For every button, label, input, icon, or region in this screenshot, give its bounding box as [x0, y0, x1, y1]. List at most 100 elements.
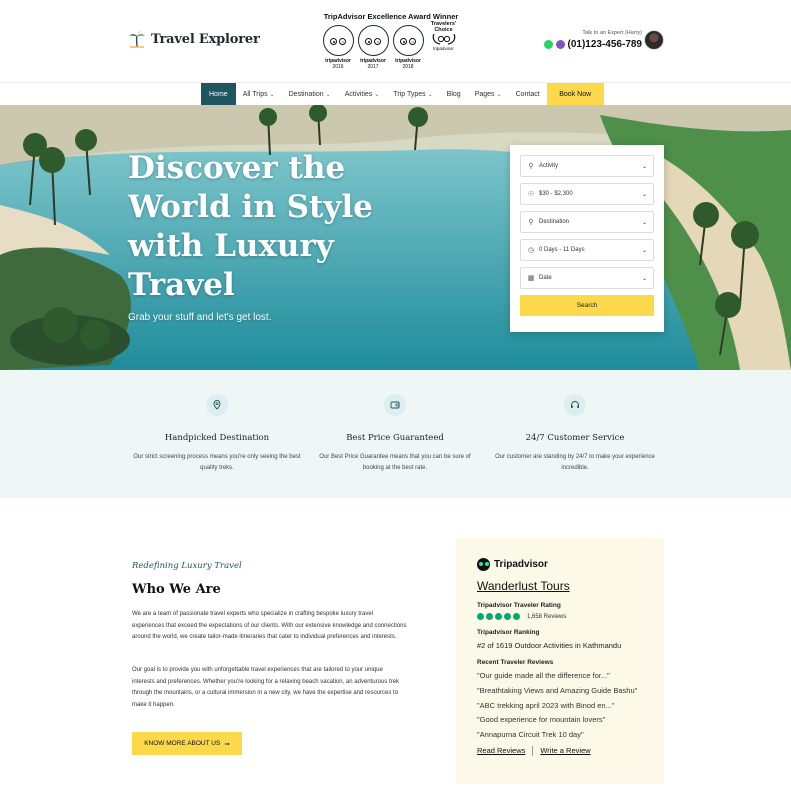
about-title: Who We Are: [132, 582, 221, 597]
badge-year: 2016: [332, 64, 344, 70]
nav-item-activities[interactable]: Activities ⌄: [338, 83, 387, 105]
select-value: $30 - $2,300: [539, 191, 573, 197]
badge-year: 2018: [402, 64, 414, 70]
know-more-button[interactable]: KNOW MORE ABOUT US ➞: [132, 732, 242, 755]
link-divider: [532, 745, 534, 756]
excellence-badge: tripadvisor 2016: [322, 25, 354, 70]
rating-bubble-icon: [495, 613, 502, 620]
rating-bubble-icon: [486, 613, 493, 620]
select-value: Activity: [539, 163, 559, 169]
nav-item-contact[interactable]: Contact: [509, 83, 547, 105]
review-link[interactable]: "Good experience for mountain lovers": [477, 713, 643, 728]
chevron-down-icon: ⌄: [641, 219, 647, 226]
wallet-icon: [384, 394, 406, 416]
nav-item-blog[interactable]: Blog: [440, 83, 468, 105]
ranking-label: Tripadvisor Ranking: [477, 629, 540, 636]
rating-bubble-icon: [513, 613, 520, 620]
write-review-link[interactable]: Write a Review: [540, 746, 590, 755]
nav-label: Activities: [344, 90, 373, 98]
travelers-choice-badge: Travelers' Choice tripadvisor: [428, 21, 460, 59]
feature-desc: Our Best Price Guarantee means that you …: [319, 454, 471, 471]
page: Travel Explorer TripAdvisor Excellence A…: [0, 0, 791, 808]
site-header: Travel Explorer TripAdvisor Excellence A…: [0, 0, 791, 82]
expert-avatar: [644, 30, 664, 50]
rating-label: Tripadvisor Traveler Rating: [477, 602, 561, 609]
chevron-down-icon: ⌄: [641, 247, 647, 254]
about-tagline: Redefining Luxury Travel: [132, 561, 242, 571]
expert-label: Talk to an Expert (Harry): [582, 30, 642, 36]
nav-items: Home All Trips ⌄ Destination ⌄ Activities ⌄…: [201, 83, 604, 105]
nav-label: All Trips: [242, 90, 268, 98]
feature-handpicked: Handpicked Destination Our strict screen…: [122, 394, 312, 474]
tripadvisor-links: Read Reviews Write a Review: [477, 745, 643, 756]
dollar-icon: ☉: [527, 191, 535, 198]
nav-item-all-trips[interactable]: All Trips ⌄: [236, 83, 282, 105]
nav-item-destination[interactable]: Destination ⌄: [282, 83, 338, 105]
headset-icon: [564, 394, 586, 416]
nav-label: Trip Types: [393, 90, 426, 98]
know-more-label: KNOW MORE ABOUT US: [144, 740, 221, 747]
rating-bubble-icon: [504, 613, 511, 620]
nav-label: Pages: [474, 90, 495, 98]
activity-select[interactable]: ⚲ Activity ⌄: [520, 155, 654, 177]
select-value: 0 Days - 11 Days: [539, 247, 585, 253]
phone-number[interactable]: (01)123-456-789: [568, 39, 643, 50]
nav-label: Blog: [446, 90, 461, 98]
select-value: Date: [539, 275, 552, 281]
nav-label: Home: [209, 90, 228, 98]
arrow-right-icon: ➞: [224, 740, 230, 748]
feature-title: Best Price Guaranteed: [346, 433, 444, 443]
palm-logo-icon: [129, 31, 145, 48]
chevron-down-icon: ⌄: [641, 275, 647, 282]
chevron-down-icon: ⌄: [427, 91, 433, 98]
nav-item-home[interactable]: Home: [201, 83, 236, 105]
review-link[interactable]: "Our guide made all the difference for..…: [477, 669, 643, 684]
laurel-icon: [432, 33, 455, 45]
tripadvisor-brand: Tripadvisor: [494, 559, 548, 570]
features-section: Handpicked Destination Our strict screen…: [0, 370, 791, 498]
about-section: Redefining Luxury Travel Who We Are We a…: [0, 498, 791, 808]
badge-year: 2017: [367, 64, 379, 70]
site-logo[interactable]: Travel Explorer: [128, 30, 260, 48]
tripadvisor-logo[interactable]: Tripadvisor: [477, 558, 643, 571]
feature-desc: Our strict screening process means you'r…: [133, 454, 301, 471]
read-reviews-link[interactable]: Read Reviews: [477, 746, 525, 755]
review-count[interactable]: 1,658 Reviews: [527, 614, 566, 620]
nav-item-trip-types[interactable]: Trip Types ⌄: [386, 83, 439, 105]
nav-item-pages[interactable]: Pages ⌄: [468, 83, 509, 105]
rating-bubble-icon: [477, 613, 484, 620]
chevron-down-icon: ⌄: [269, 91, 275, 98]
tripadvisor-owl-icon: [477, 558, 490, 571]
nav-label: Contact: [515, 90, 540, 98]
viber-icon[interactable]: [555, 40, 565, 49]
search-button[interactable]: Search: [520, 295, 654, 316]
excellence-badge: tripadvisor 2017: [357, 25, 389, 70]
location-pin-icon: ⚲: [528, 219, 534, 226]
feature-customer-service: 24/7 Customer Service Our customer are s…: [480, 394, 670, 474]
book-now-button[interactable]: Book Now: [546, 83, 604, 105]
duration-select[interactable]: ◷ 0 Days - 11 Days ⌄: [520, 239, 654, 261]
award-badges: tripadvisor 2016 tripadvisor 2017 tripad…: [316, 21, 466, 70]
chevron-down-icon: ⌄: [374, 91, 380, 98]
nav-label: Destination: [288, 90, 324, 98]
date-select[interactable]: ▦ Date ⌄: [520, 267, 654, 289]
travelers-choice-brand: tripadvisor: [433, 46, 454, 51]
tripadvisor-business-name[interactable]: Wanderlust Tours: [477, 579, 643, 593]
recent-reviews-label: Recent Traveler Reviews: [477, 659, 554, 666]
expert-contact: Talk to an Expert (Harry) (01)123-456-78…: [538, 30, 642, 50]
calendar-icon: ▦: [527, 275, 535, 282]
phone-row: (01)123-456-789: [538, 39, 642, 50]
award-title: TripAdvisor Excellence Award Winner: [323, 12, 459, 21]
ranking-value: #2 of 1619 Outdoor Activities in Kathman…: [477, 641, 622, 650]
whatsapp-icon[interactable]: [543, 40, 553, 49]
award-block: TripAdvisor Excellence Award Winner trip…: [316, 12, 466, 70]
review-link[interactable]: "Annapurna Circuit Trek 10 day": [477, 728, 643, 743]
review-link[interactable]: "Breathtaking Views and Amazing Guide Ba…: [477, 684, 643, 699]
review-link[interactable]: "ABC trekking april 2023 with Binod en..…: [477, 699, 643, 714]
feature-best-price: Best Price Guaranteed Our Best Price Gua…: [300, 394, 490, 474]
destination-select[interactable]: ⚲ Destination ⌄: [520, 211, 654, 233]
trip-search-form: ⚲ Activity ⌄ ☉ $30 - $2,300 ⌄ ⚲ Destination ⌄ …: [510, 145, 664, 332]
price-select[interactable]: ☉ $30 - $2,300 ⌄: [520, 183, 654, 205]
review-list: "Our guide made all the difference for..…: [477, 669, 643, 743]
chevron-down-icon: ⌄: [641, 191, 647, 198]
